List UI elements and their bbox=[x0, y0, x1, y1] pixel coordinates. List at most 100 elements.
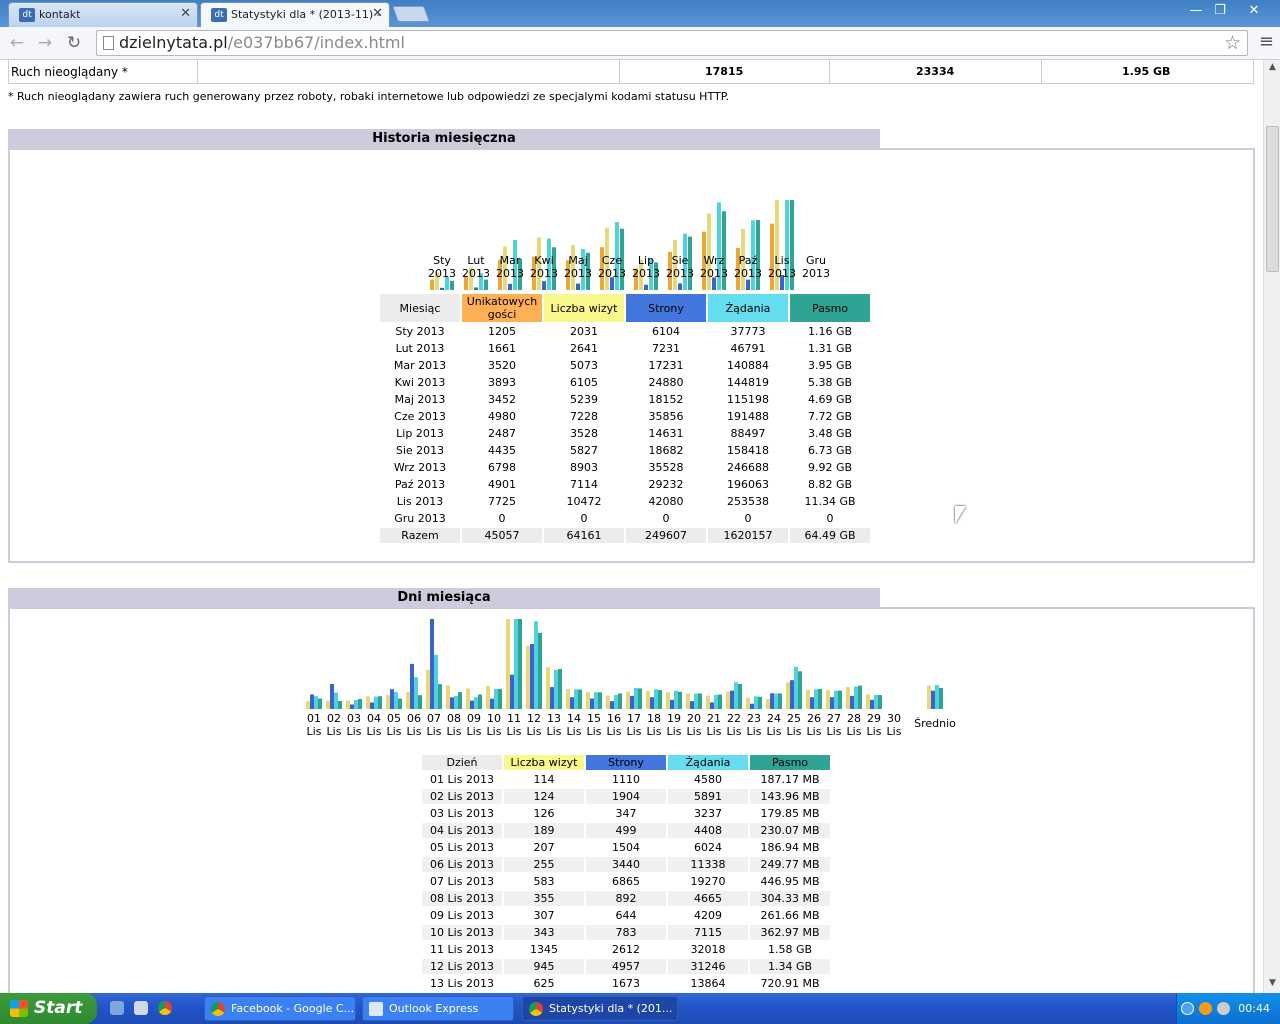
table-cell: 4665 bbox=[668, 891, 748, 906]
scroll-up-icon[interactable]: ▲ bbox=[1266, 62, 1279, 75]
average-label: Średnio bbox=[914, 717, 956, 730]
outlook-icon bbox=[369, 1002, 383, 1016]
tray-app-icon[interactable] bbox=[1199, 1002, 1212, 1015]
bar-bandwidth bbox=[484, 279, 488, 290]
new-tab-button[interactable] bbox=[392, 6, 430, 22]
task-label: Facebook - Google C... bbox=[231, 1002, 355, 1015]
table-cell: 3.48 GB bbox=[807, 427, 853, 440]
scrollbar-thumb[interactable] bbox=[1266, 126, 1279, 272]
start-button[interactable]: Start bbox=[0, 993, 97, 1024]
task-outlook[interactable]: Outlook Express bbox=[362, 996, 514, 1021]
table-row: Sty 2013 1205 2031 6104 37773 1.16 GB bbox=[380, 324, 870, 339]
bar-visits bbox=[446, 685, 450, 709]
table-row: 02 Lis 2013 124 1904 5891 143.96 MB bbox=[422, 789, 830, 804]
section-title-daily: Dni miesiąca bbox=[8, 588, 880, 608]
table-row: Maj 2013 3452 5239 18152 115198 4.69 GB bbox=[380, 392, 870, 407]
table-cell: 1.31 GB bbox=[807, 342, 853, 355]
day-tick-label: 08 bbox=[447, 712, 461, 725]
table-cell: 10 Lis 2013 bbox=[422, 925, 502, 940]
tab-close-icon[interactable]: ✕ bbox=[372, 6, 383, 21]
bookmark-star-icon[interactable]: ☆ bbox=[1224, 31, 1241, 55]
chrome-icon bbox=[211, 1002, 225, 1016]
bar-pages bbox=[350, 704, 354, 709]
dt-favicon-icon: dt bbox=[211, 8, 227, 22]
table-cell: 03 Lis 2013 bbox=[430, 807, 494, 820]
month-tick-label: Lis bbox=[846, 725, 862, 738]
show-desktop-icon[interactable] bbox=[110, 1001, 124, 1015]
bar-bandwidth bbox=[338, 701, 342, 709]
table-row: Paź 2013 4901 7114 29232 196063 8.82 GB bbox=[380, 477, 870, 492]
task-facebook[interactable]: Facebook - Google C... bbox=[204, 996, 356, 1021]
clock: 00:44 bbox=[1238, 1002, 1270, 1015]
table-cell: 2031 bbox=[570, 325, 598, 338]
tab-statystyki[interactable]: dt Statystyki dla * (2013-11) - ✕ bbox=[200, 2, 390, 27]
back-icon[interactable]: ← bbox=[6, 32, 28, 54]
tab-kontakt[interactable]: dt kontakt ✕ bbox=[8, 2, 198, 27]
day-tick-label: 27 bbox=[827, 712, 841, 725]
table-cell: 12 Lis 2013 bbox=[422, 959, 502, 974]
table-cell: 6104 bbox=[652, 325, 680, 338]
table-cell: Paź 2013 bbox=[394, 478, 446, 491]
cell-divider bbox=[197, 60, 198, 84]
table-cell: 3452 bbox=[488, 393, 516, 406]
task-statystyki[interactable]: Statystyki dla * (201... bbox=[522, 996, 678, 1021]
summary-value: 17815 bbox=[705, 65, 744, 78]
table-cell: 246688 bbox=[727, 461, 769, 474]
chrome-icon[interactable] bbox=[158, 1001, 172, 1015]
close-window-icon[interactable]: ✕ bbox=[1242, 2, 1266, 20]
bar-hits bbox=[694, 693, 698, 709]
month-tick-label: Lis bbox=[726, 725, 742, 738]
scroll-down-icon[interactable]: ▼ bbox=[1266, 978, 1279, 991]
bar-bandwidth bbox=[738, 684, 742, 709]
month-tick-label: Lis bbox=[466, 725, 482, 738]
month-tick-label: Lis bbox=[486, 725, 502, 738]
vertical-scrollbar[interactable]: ▲ ▼ bbox=[1263, 60, 1280, 993]
table-cell: 1345 bbox=[530, 943, 558, 956]
day-tick-label: 17 bbox=[627, 712, 641, 725]
table-cell: 144819 bbox=[727, 376, 769, 389]
table-header-row: Miesiąc Unikatowych gości Liczba wizyt S… bbox=[380, 294, 870, 322]
table-cell: 35528 bbox=[648, 461, 684, 474]
table-row: 04 Lis 2013 189 499 4408 230.07 MB bbox=[422, 823, 830, 838]
table-cell: 945 bbox=[504, 959, 584, 974]
month-tick-label: Lis bbox=[546, 725, 562, 738]
table-cell: 261.66 MB bbox=[760, 909, 820, 922]
table-cell: 13864 bbox=[690, 977, 726, 990]
table-cell: 46791 bbox=[730, 342, 766, 355]
restore-icon[interactable]: ❐ bbox=[1208, 2, 1232, 20]
quicklaunch-app-icon[interactable] bbox=[134, 1001, 148, 1015]
table-cell: 783 bbox=[586, 925, 666, 940]
table-cell: 249607 bbox=[626, 528, 706, 543]
table-cell: 892 bbox=[586, 891, 666, 906]
table-cell: 13 Lis 2013 bbox=[430, 977, 494, 990]
tray-expand-icon[interactable] bbox=[1181, 1002, 1194, 1015]
bar-pages bbox=[850, 695, 854, 709]
address-bar[interactable]: dzielnytata.pl/e037bb67/index.html ☆ bbox=[96, 30, 1248, 56]
tab-close-icon[interactable]: ✕ bbox=[180, 6, 191, 21]
table-cell: 07 Lis 2013 bbox=[430, 875, 494, 888]
table-cell: 6865 bbox=[612, 875, 640, 888]
minimize-icon[interactable]: — bbox=[1184, 2, 1208, 20]
table-cell: 3520 bbox=[488, 359, 516, 372]
reload-icon[interactable]: ↻ bbox=[63, 32, 85, 54]
chrome-icon bbox=[529, 1002, 543, 1016]
bar-bandwidth bbox=[438, 684, 442, 709]
table-cell: 88497 bbox=[730, 427, 766, 440]
bar-visits bbox=[366, 696, 370, 709]
bar-pages bbox=[931, 690, 935, 709]
table-cell: Lut 2013 bbox=[395, 342, 445, 355]
table-cell: 14631 bbox=[648, 427, 684, 440]
table-total-row: Razem 45057 64161 249607 1620157 64.49 GB bbox=[380, 528, 870, 543]
table-cell: Lis 2013 bbox=[396, 495, 444, 508]
bar-pages bbox=[430, 619, 434, 709]
table-cell: 0 bbox=[498, 512, 506, 525]
bar-hits bbox=[534, 621, 538, 709]
forward-icon[interactable]: → bbox=[34, 32, 56, 54]
summary-row: Ruch nieoglądany * 17815 23334 1.95 GB bbox=[8, 60, 1254, 84]
menu-icon[interactable]: ≡ bbox=[1259, 31, 1274, 52]
tray-network-icon[interactable] bbox=[1217, 1002, 1230, 1015]
table-cell: 0 bbox=[662, 512, 670, 525]
table-cell: 4580 bbox=[694, 773, 722, 786]
table-row: 06 Lis 2013 255 3440 11338 249.77 MB bbox=[422, 857, 830, 872]
day-tick-label: 01 bbox=[307, 712, 321, 725]
